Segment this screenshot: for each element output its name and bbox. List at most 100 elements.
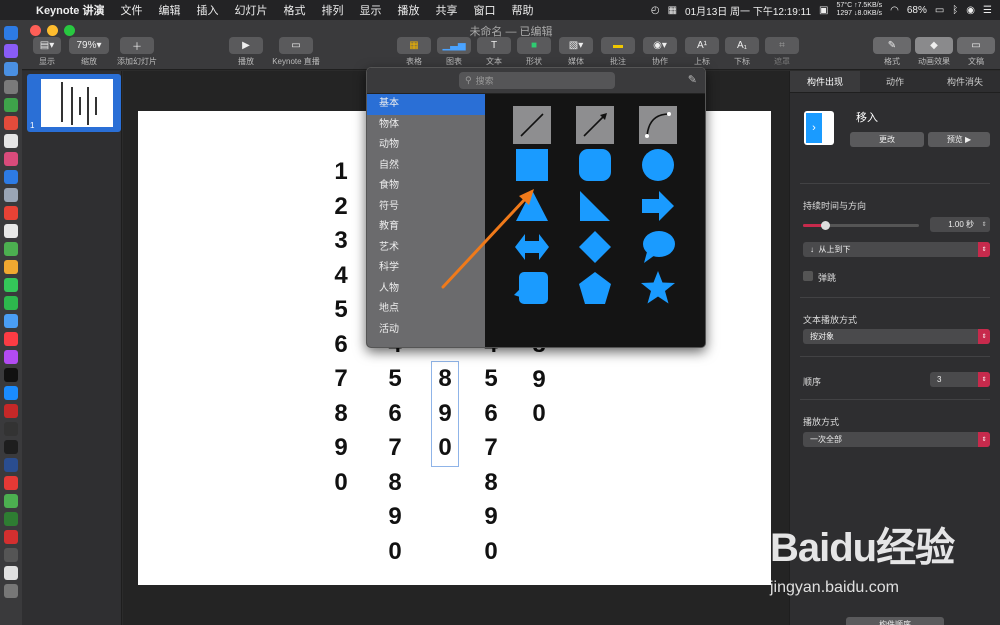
- clock-sync-icon[interactable]: ◴: [651, 5, 660, 16]
- trash-icon[interactable]: [4, 584, 18, 598]
- terminal-icon[interactable]: [4, 422, 18, 436]
- grid-icon[interactable]: ▣: [819, 5, 828, 16]
- safari-icon[interactable]: [4, 170, 18, 184]
- duration-stepper[interactable]: 1.00 秒 ⇕: [930, 217, 990, 232]
- triangle-shape-icon[interactable]: [513, 187, 551, 225]
- siri-dock-icon[interactable]: [4, 44, 18, 58]
- android-icon[interactable]: [4, 98, 18, 112]
- menu-edit[interactable]: 编辑: [150, 2, 188, 18]
- zoom-select[interactable]: 79% ▾ 缩放: [68, 37, 110, 67]
- subscript-button[interactable]: A₁ 下标: [724, 37, 760, 67]
- speech-bubble-shape-icon[interactable]: [639, 228, 677, 266]
- wechat-icon[interactable]: [4, 494, 18, 508]
- menu-share[interactable]: 共享: [427, 2, 465, 18]
- right-arrow-shape-icon[interactable]: [639, 187, 677, 225]
- menu-arrange[interactable]: 排列: [313, 2, 351, 18]
- music-icon[interactable]: [4, 332, 18, 346]
- category-art[interactable]: 艺术: [367, 238, 485, 259]
- menu-window[interactable]: 窗口: [465, 2, 503, 18]
- finder-icon[interactable]: [4, 26, 18, 40]
- format-button[interactable]: ✎ 格式: [872, 37, 912, 67]
- tab-build-in[interactable]: 构件出现: [790, 71, 860, 92]
- bluetooth-icon[interactable]: ᛒ: [952, 5, 958, 16]
- preview-button[interactable]: 预览 ▶: [928, 132, 990, 147]
- square-shape-icon[interactable]: [513, 146, 551, 184]
- menu-file[interactable]: 文件: [112, 2, 150, 18]
- category-food[interactable]: 食物: [367, 176, 485, 197]
- curve-line-shape-icon[interactable]: [639, 106, 677, 144]
- tab-action[interactable]: 动作: [860, 71, 930, 92]
- calendar-dock-icon[interactable]: [4, 206, 18, 220]
- right-triangle-shape-icon[interactable]: [576, 187, 614, 225]
- direction-select[interactable]: ↓ 从上到下 ⇕: [803, 242, 990, 257]
- circle-shape-icon[interactable]: [639, 146, 677, 184]
- change-effect-button[interactable]: 更改: [850, 132, 924, 147]
- diamond-shape-icon[interactable]: [576, 228, 614, 266]
- tv-icon[interactable]: [4, 368, 18, 382]
- build-order-button[interactable]: 构件顺序: [846, 617, 944, 625]
- pentagon-shape-icon[interactable]: [576, 269, 614, 307]
- shape-search-input[interactable]: ⚲ 搜索: [459, 72, 615, 89]
- app-icon-22[interactable]: [4, 404, 18, 418]
- battery-percent[interactable]: 68%: [907, 5, 927, 16]
- chrome-icon[interactable]: [4, 116, 18, 130]
- callout-square-shape-icon[interactable]: [513, 269, 551, 307]
- photos-icon[interactable]: [4, 260, 18, 274]
- line-shape-icon[interactable]: [513, 106, 551, 144]
- comment-button[interactable]: ▬ 批注: [600, 37, 636, 67]
- podcasts-icon[interactable]: [4, 350, 18, 364]
- system-stats[interactable]: 57°C ↑7.5KB/s 1297 ↓8.0KB/s: [836, 2, 882, 18]
- slider-thumb[interactable]: [821, 221, 830, 230]
- number-column-1[interactable]: 1 2 3 4 5 6 7 8 9 0: [328, 155, 354, 500]
- finalcut-icon[interactable]: [4, 548, 18, 562]
- app-store-icon[interactable]: [4, 386, 18, 400]
- menu-slide[interactable]: 幻灯片: [226, 2, 275, 18]
- facetime-icon[interactable]: [4, 296, 18, 310]
- category-symbols[interactable]: 符号: [367, 197, 485, 218]
- view-button[interactable]: ▤▾ 显示: [32, 37, 62, 67]
- double-arrow-shape-icon[interactable]: [513, 228, 551, 266]
- bounce-checkbox[interactable]: [803, 271, 813, 281]
- delivery-select[interactable]: 一次全部 ⇕: [803, 432, 990, 447]
- document-button[interactable]: ▭ 文稿: [956, 37, 996, 67]
- app-icon-25[interactable]: [4, 458, 18, 472]
- play-button[interactable]: ▶ 播放: [226, 37, 266, 67]
- category-education[interactable]: 教育: [367, 217, 485, 238]
- text-button[interactable]: T 文本: [476, 37, 512, 67]
- tab-build-out[interactable]: 构件消失: [930, 71, 1000, 92]
- wifi-icon[interactable]: ◠: [890, 5, 899, 16]
- category-activities[interactable]: 活动: [367, 320, 485, 341]
- activity-monitor-icon[interactable]: [4, 440, 18, 454]
- category-places[interactable]: 地点: [367, 299, 485, 320]
- launchpad-icon[interactable]: [4, 62, 18, 76]
- document-icon[interactable]: [4, 566, 18, 580]
- chart-button[interactable]: ▁▃▅ 图表: [436, 37, 472, 67]
- keynote-live-button[interactable]: ▭ Keynote 直播: [268, 37, 324, 67]
- app-icon-13[interactable]: [4, 242, 18, 256]
- preview-icon[interactable]: [4, 188, 18, 202]
- app-icon-28[interactable]: [4, 512, 18, 526]
- arrow-line-shape-icon[interactable]: [576, 106, 614, 144]
- messages-icon[interactable]: [4, 278, 18, 292]
- calendar-icon[interactable]: ▦: [668, 5, 677, 16]
- category-objects[interactable]: 物体: [367, 115, 485, 136]
- menu-list-icon[interactable]: ☰: [983, 5, 992, 16]
- keynote-icon[interactable]: [4, 314, 18, 328]
- system-prefs-icon[interactable]: [4, 80, 18, 94]
- superscript-button[interactable]: A¹ 上标: [684, 37, 720, 67]
- stepper-arrows-icon[interactable]: ⇕: [978, 217, 990, 232]
- netease-icon[interactable]: [4, 530, 18, 544]
- media-button[interactable]: ▧▾ 媒体: [558, 37, 594, 67]
- animate-button[interactable]: ◆ 动画效果: [914, 37, 954, 67]
- menu-insert[interactable]: 插入: [188, 2, 226, 18]
- siri-icon[interactable]: ◉: [966, 5, 975, 16]
- notes-icon[interactable]: [4, 134, 18, 148]
- slide-thumbnail[interactable]: 1: [27, 74, 121, 132]
- textedit-icon[interactable]: [4, 224, 18, 238]
- text-delivery-select[interactable]: 按对象 ⇕: [803, 329, 990, 344]
- yandex-icon[interactable]: [4, 476, 18, 490]
- menu-help[interactable]: 帮助: [503, 2, 541, 18]
- duration-slider[interactable]: [803, 221, 919, 230]
- menu-play[interactable]: 播放: [389, 2, 427, 18]
- app-icon-8[interactable]: [4, 152, 18, 166]
